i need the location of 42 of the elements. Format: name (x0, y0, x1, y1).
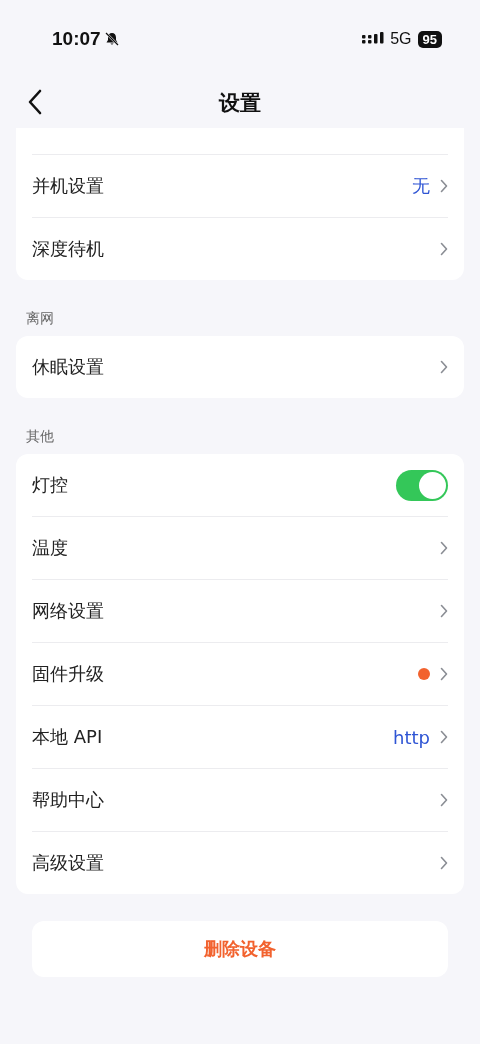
chevron-right-icon (440, 242, 448, 256)
chevron-right-icon (440, 360, 448, 374)
settings-row[interactable]: 高级设置 (32, 832, 448, 894)
status-time: 10:07 (52, 28, 101, 50)
row-value: 无 (412, 174, 430, 198)
chevron-right-icon (440, 667, 448, 681)
row-label: 帮助中心 (32, 788, 104, 812)
settings-row[interactable]: 并机设置 无 (32, 155, 448, 218)
bell-slash-icon (103, 31, 120, 47)
settings-row[interactable]: 深度待机 (32, 218, 448, 280)
settings-row[interactable]: 温度 (32, 517, 448, 580)
settings-row[interactable]: 固件升级 (32, 643, 448, 706)
row-label: 温度 (32, 536, 68, 560)
settings-row[interactable]: 休眠设置 (32, 336, 448, 398)
settings-row[interactable]: 帮助中心 (32, 769, 448, 832)
row-value: http (393, 726, 430, 748)
section-label: 其他 (25, 427, 55, 446)
chevron-right-icon (440, 179, 448, 193)
page-title: 设置 (219, 90, 261, 117)
row-label: 灯控 (32, 473, 68, 497)
settings-row[interactable]: 灯控 (32, 454, 448, 517)
battery-indicator: 95 (417, 30, 442, 48)
chevron-right-icon (440, 793, 448, 807)
chevron-right-icon (440, 730, 448, 744)
row-label: 高级设置 (32, 851, 104, 875)
section-label: 离网 (25, 309, 55, 328)
row-label: 深度待机 (32, 237, 104, 261)
toggle-switch[interactable] (396, 469, 448, 501)
chevron-right-icon (440, 541, 448, 555)
row-label: 并机设置 (32, 174, 104, 198)
row-label: 本地 API (32, 725, 103, 749)
row-label: 固件升级 (32, 662, 104, 686)
chevron-right-icon (440, 856, 448, 870)
chevron-right-icon (440, 604, 448, 618)
back-button[interactable] (28, 89, 42, 115)
row-label: 休眠设置 (32, 355, 104, 379)
signal-icon (362, 32, 385, 46)
settings-row[interactable]: 本地 API http (32, 706, 448, 769)
back-icon (28, 89, 42, 115)
settings-row[interactable]: 网络设置 (32, 580, 448, 643)
network-type: 5G (390, 30, 412, 48)
row-label: 网络设置 (32, 599, 104, 623)
